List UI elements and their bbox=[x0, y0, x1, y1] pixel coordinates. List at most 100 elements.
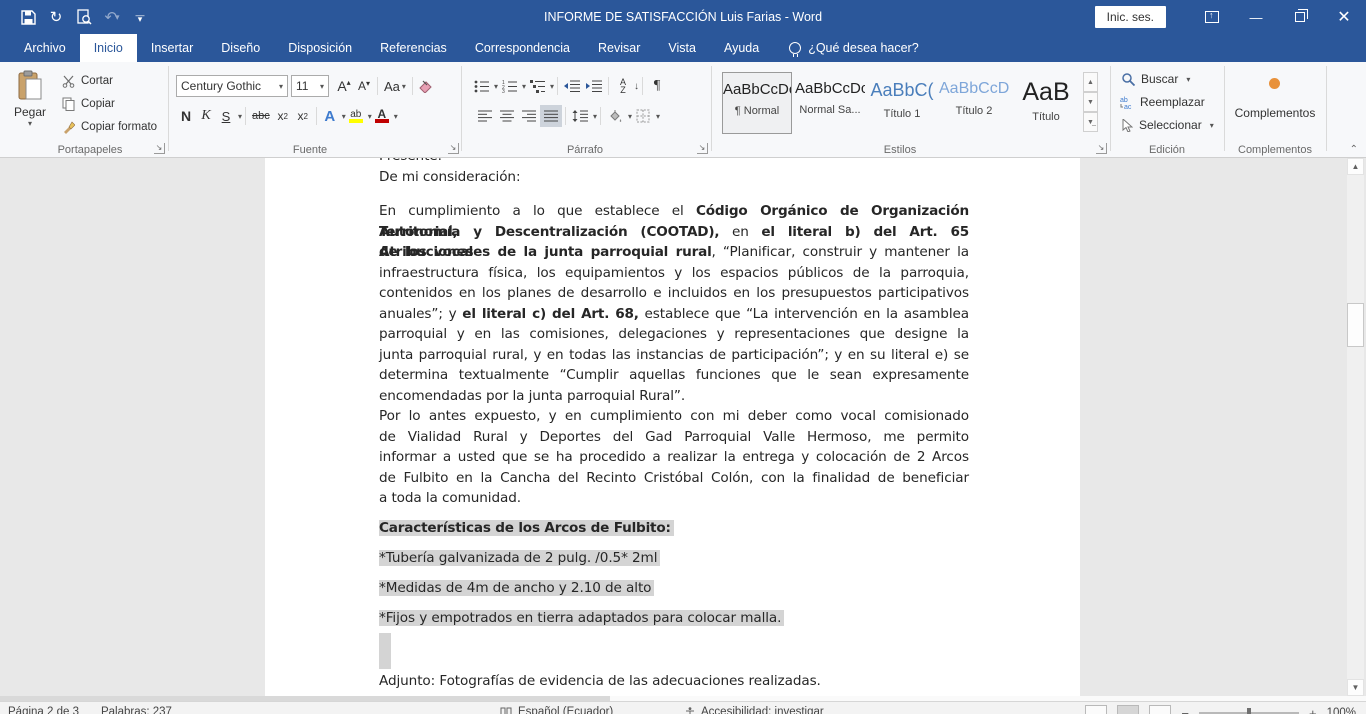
sort-button[interactable]: AZ bbox=[612, 75, 634, 97]
tab-referencias[interactable]: Referencias bbox=[366, 34, 461, 62]
ribbon-display-options-icon[interactable] bbox=[1190, 0, 1234, 34]
document-page[interactable]: Presente. -De mi consideración:En cumpli… bbox=[265, 158, 1080, 701]
style-normal[interactable]: AaBbCcDc ¶ Normal bbox=[722, 72, 792, 134]
style-titulo-2[interactable]: AaBbCcD Título 2 bbox=[939, 72, 1009, 134]
font-name-combo[interactable]: Century Gothic▾ bbox=[176, 75, 288, 97]
doc-line-10[interactable]: junta parroquial rural, y en todas las i… bbox=[379, 345, 969, 366]
format-painter-button[interactable]: Copiar formato bbox=[62, 116, 157, 138]
doc-line-22[interactable] bbox=[379, 633, 391, 669]
cut-button[interactable]: Cortar bbox=[62, 70, 113, 92]
multilevel-list-button[interactable] bbox=[526, 75, 548, 97]
justify-button[interactable] bbox=[540, 105, 562, 127]
tab-archivo[interactable]: Archivo bbox=[10, 34, 80, 62]
tab-diseno[interactable]: Diseño bbox=[207, 34, 274, 62]
align-center-button[interactable] bbox=[496, 105, 518, 127]
styles-dialog-launcher[interactable]: ↘ bbox=[1096, 143, 1107, 154]
styles-scroll-up-icon[interactable]: ▲ bbox=[1083, 72, 1098, 92]
doc-line-17[interactable]: a toda la comunidad. bbox=[379, 488, 969, 509]
doc-line-13[interactable]: Por lo antes expuesto, y en cumplimiento… bbox=[379, 406, 969, 427]
find-button[interactable]: Buscar ▾ bbox=[1122, 72, 1190, 86]
doc-line-11[interactable]: determina textualmente “Cumplir aquellas… bbox=[379, 365, 969, 386]
style-normal-sa[interactable]: AaBbCcDc Normal Sa... bbox=[795, 72, 865, 134]
doc-line-20[interactable]: *Medidas de 4m de ancho y 2.10 de alto bbox=[379, 578, 969, 599]
highlight-button[interactable]: ab bbox=[346, 105, 366, 127]
line-spacing-button[interactable] bbox=[569, 105, 591, 127]
show-marks-button[interactable]: ¶ bbox=[646, 75, 668, 97]
zoom-in-icon[interactable]: + bbox=[1309, 706, 1317, 714]
borders-button[interactable] bbox=[632, 105, 654, 127]
text-effects-button[interactable]: A bbox=[320, 105, 340, 127]
underline-button[interactable]: S bbox=[216, 105, 236, 127]
tab-vista[interactable]: Vista bbox=[654, 34, 710, 62]
doc-line-3[interactable]: En cumplimiento a lo que establece el Có… bbox=[379, 201, 969, 222]
borders-caret-icon[interactable]: ▾ bbox=[656, 112, 660, 121]
clipboard-dialog-launcher[interactable]: ↘ bbox=[154, 143, 165, 154]
paragraph-dialog-launcher[interactable]: ↘ bbox=[697, 143, 708, 154]
paste-button[interactable]: Pegar ▾ bbox=[8, 70, 52, 144]
tab-ayuda[interactable]: Ayuda bbox=[710, 34, 773, 62]
style-titulo-1[interactable]: AaBbC( Título 1 bbox=[867, 72, 937, 134]
web-layout-icon[interactable] bbox=[1149, 705, 1171, 714]
doc-line-16[interactable]: de Fulbito en la Cancha del Recinto Cris… bbox=[379, 468, 969, 489]
doc-line-4[interactable]: Autonomía y Descentralización (COOTAD), … bbox=[379, 222, 969, 243]
grow-font-button[interactable]: A▴ bbox=[334, 75, 354, 97]
doc-line-12[interactable]: encomendadas por la junta parroquial Rur… bbox=[379, 386, 969, 407]
minimize-button[interactable]: — bbox=[1234, 0, 1278, 34]
doc-line-9[interactable]: parroquial y en las comisiones, delegaci… bbox=[379, 324, 969, 345]
align-right-button[interactable] bbox=[518, 105, 540, 127]
font-color-button[interactable]: A bbox=[372, 105, 392, 127]
doc-line-23[interactable]: Adjunto: Fotografías de evidencia de las… bbox=[379, 671, 969, 692]
style-titulo[interactable]: AaB Título bbox=[1011, 72, 1081, 134]
clear-formatting-button[interactable] bbox=[416, 75, 437, 97]
line-spacing-caret-icon[interactable]: ▾ bbox=[593, 112, 597, 121]
numbering-button[interactable]: 123 bbox=[498, 75, 520, 97]
zoom-level[interactable]: 100% bbox=[1327, 707, 1356, 714]
read-mode-icon[interactable] bbox=[1085, 705, 1107, 714]
replace-button[interactable]: abac Reemplazar bbox=[1120, 95, 1205, 109]
styles-scroll-down-icon[interactable]: ▼ bbox=[1083, 92, 1098, 112]
doc-line-19[interactable]: *Tubería galvanizada de 2 pulg. /0.5* 2m… bbox=[379, 548, 969, 569]
zoom-slider-thumb[interactable] bbox=[1247, 708, 1251, 714]
bold-button[interactable]: N bbox=[176, 105, 196, 127]
tab-disposicion[interactable]: Disposición bbox=[274, 34, 366, 62]
tab-correspondencia[interactable]: Correspondencia bbox=[461, 34, 584, 62]
addins-button[interactable]: Complementos bbox=[1224, 106, 1326, 120]
doc-line-5[interactable]: de los vocales de la junta parroquial ru… bbox=[379, 242, 969, 263]
tab-inicio[interactable]: Inicio bbox=[80, 34, 137, 62]
doc-line-8[interactable]: anuales”; y el literal c) del Art. 68, e… bbox=[379, 304, 969, 325]
bullets-button[interactable] bbox=[470, 75, 492, 97]
tab-revisar[interactable]: Revisar bbox=[584, 34, 654, 62]
increase-indent-button[interactable] bbox=[583, 75, 605, 97]
styles-more-icon[interactable]: ▼̲ bbox=[1083, 112, 1098, 132]
subscript-button[interactable]: x2 bbox=[273, 105, 293, 127]
decrease-indent-button[interactable] bbox=[561, 75, 583, 97]
vertical-scroll-thumb[interactable] bbox=[1347, 303, 1364, 347]
strikethrough-button[interactable]: abc bbox=[249, 105, 273, 127]
doc-line-15[interactable]: informar a usted que se ha procedido a r… bbox=[379, 447, 969, 468]
font-size-combo[interactable]: 11▾ bbox=[291, 75, 329, 97]
superscript-button[interactable]: x2 bbox=[293, 105, 313, 127]
print-layout-icon[interactable] bbox=[1117, 705, 1139, 714]
vertical-scrollbar[interactable]: ▲ ▼ bbox=[1347, 158, 1364, 696]
scroll-up-icon[interactable]: ▲ bbox=[1347, 158, 1364, 175]
page-indicator[interactable]: Página 2 de 3 bbox=[8, 706, 79, 714]
doc-line-21[interactable]: *Fijos y empotrados en tierra adaptados … bbox=[379, 608, 969, 629]
select-button[interactable]: Seleccionar ▾ bbox=[1122, 118, 1214, 132]
doc-line-6[interactable]: infraestructura física, los equipamiento… bbox=[379, 263, 969, 284]
copy-button[interactable]: Copiar bbox=[62, 93, 115, 115]
tell-me-box[interactable]: ¿Qué desea hacer? bbox=[773, 34, 919, 62]
scroll-down-icon[interactable]: ▼ bbox=[1347, 679, 1364, 696]
sign-in-button[interactable]: Inic. ses. bbox=[1095, 6, 1166, 28]
accessibility-indicator[interactable]: Accesibilidad: investigar bbox=[701, 706, 824, 714]
font-color-caret-icon[interactable]: ▾ bbox=[394, 112, 398, 121]
doc-line-18[interactable]: Características de los Arcos de Fulbito: bbox=[379, 518, 969, 539]
doc-line-1[interactable]: De mi consideración: bbox=[379, 167, 969, 188]
restore-button[interactable] bbox=[1278, 0, 1322, 34]
zoom-out-icon[interactable]: − bbox=[1181, 706, 1189, 714]
change-case-button[interactable]: Aa▾ bbox=[381, 75, 409, 97]
close-button[interactable]: ✕ bbox=[1322, 0, 1366, 34]
doc-line-7[interactable]: contenidos en los planes de desarrollo e… bbox=[379, 283, 969, 304]
italic-button[interactable]: K bbox=[196, 105, 216, 127]
font-dialog-launcher[interactable]: ↘ bbox=[448, 143, 459, 154]
underline-caret-icon[interactable]: ▾ bbox=[238, 112, 242, 121]
